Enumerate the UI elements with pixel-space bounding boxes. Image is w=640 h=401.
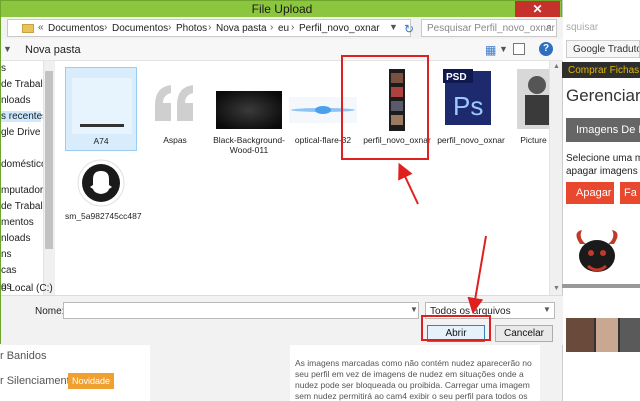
arrow-to-file [398, 162, 419, 205]
arrow-to-open-button [467, 235, 487, 314]
annotation-arrows [398, 162, 487, 314]
